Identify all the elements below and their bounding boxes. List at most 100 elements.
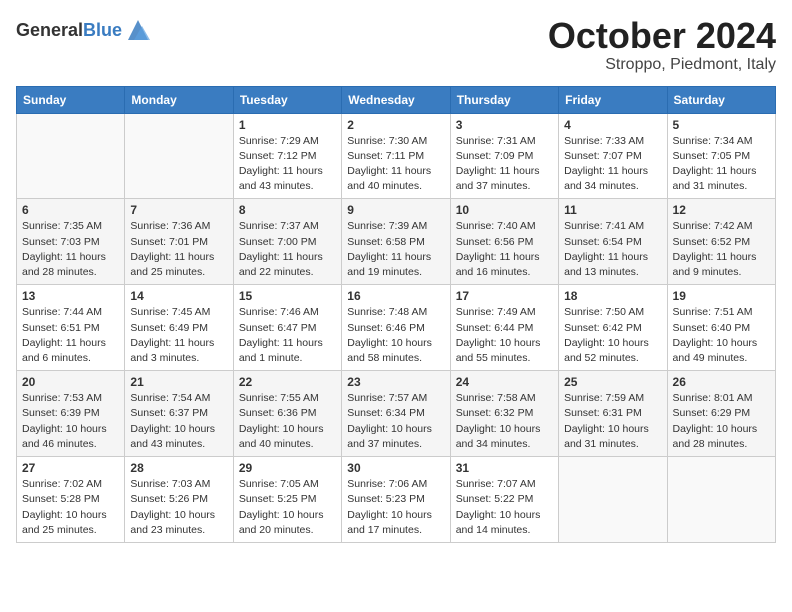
calendar-cell: 5 Sunrise: 7:34 AMSunset: 7:05 PMDaylight…: [667, 113, 775, 199]
day-number: 21: [130, 375, 227, 389]
day-info: Sunrise: 7:58 AMSunset: 6:32 PMDaylight:…: [456, 391, 553, 452]
calendar-cell: 4Sunrise: 7:33 AMSunset: 7:07 PMDaylight…: [559, 113, 667, 199]
day-info: Sunrise: 7:30 AMSunset: 7:11 PMDaylight:…: [347, 134, 444, 195]
calendar-cell: 8 Sunrise: 7:37 AMSunset: 7:00 PMDaylight…: [233, 199, 341, 285]
day-info: Sunrise: 7:42 AMSunset: 6:52 PMDaylight:…: [673, 219, 770, 280]
day-number: 15: [239, 289, 336, 303]
calendar-week-1: 6Sunrise: 7:35 AMSunset: 7:03 PMDaylight…: [17, 199, 776, 285]
calendar-cell: 2 Sunrise: 7:30 AMSunset: 7:11 PMDaylight…: [342, 113, 450, 199]
day-number: 27: [22, 461, 119, 475]
day-info: Sunrise: 7:55 AMSunset: 6:36 PMDaylight:…: [239, 391, 336, 452]
day-info: Sunrise: 7:41 AMSunset: 6:54 PMDaylight:…: [564, 219, 661, 280]
logo-blue: Blue: [83, 20, 122, 40]
day-number: 31: [456, 461, 553, 475]
day-number: 2: [347, 118, 444, 132]
day-info: Sunrise: 7:45 AMSunset: 6:49 PMDaylight:…: [130, 305, 227, 366]
day-info: Sunrise: 7:39 AMSunset: 6:58 PMDaylight:…: [347, 219, 444, 280]
day-info: Sunrise: 7:07 AMSunset: 5:22 PMDaylight:…: [456, 477, 553, 538]
day-info: Sunrise: 7:53 AMSunset: 6:39 PMDaylight:…: [22, 391, 119, 452]
calendar-cell: 1 Sunrise: 7:29 AMSunset: 7:12 PMDaylight…: [233, 113, 341, 199]
calendar-cell: 24 Sunrise: 7:58 AMSunset: 6:32 PMDayligh…: [450, 371, 558, 457]
day-number: 25: [564, 375, 661, 389]
day-number: 5: [673, 118, 770, 132]
calendar-week-4: 27 Sunrise: 7:02 AMSunset: 5:28 PMDayligh…: [17, 457, 776, 543]
day-number: 23: [347, 375, 444, 389]
day-info: Sunrise: 7:50 AMSunset: 6:42 PMDaylight:…: [564, 305, 661, 366]
calendar-cell: 11 Sunrise: 7:41 AMSunset: 6:54 PMDayligh…: [559, 199, 667, 285]
calendar-cell: 19Sunrise: 7:51 AMSunset: 6:40 PMDayligh…: [667, 285, 775, 371]
calendar-cell: 12 Sunrise: 7:42 AMSunset: 6:52 PMDayligh…: [667, 199, 775, 285]
day-info: Sunrise: 7:57 AMSunset: 6:34 PMDaylight:…: [347, 391, 444, 452]
location: Stroppo, Piedmont, Italy: [548, 56, 776, 74]
day-info: Sunrise: 7:05 AMSunset: 5:25 PMDaylight:…: [239, 477, 336, 538]
day-info: Sunrise: 8:01 AMSunset: 6:29 PMDaylight:…: [673, 391, 770, 452]
day-number: 13: [22, 289, 119, 303]
calendar-cell: 29 Sunrise: 7:05 AMSunset: 5:25 PMDayligh…: [233, 457, 341, 543]
day-number: 29: [239, 461, 336, 475]
day-info: Sunrise: 7:36 AMSunset: 7:01 PMDaylight:…: [130, 219, 227, 280]
day-info: Sunrise: 7:34 AMSunset: 7:05 PMDaylight:…: [673, 134, 770, 195]
day-number: 12: [673, 203, 770, 217]
calendar-header-row: SundayMondayTuesdayWednesdayThursdayFrid…: [17, 86, 776, 113]
calendar-cell: 30 Sunrise: 7:06 AMSunset: 5:23 PMDayligh…: [342, 457, 450, 543]
calendar-cell: [667, 457, 775, 543]
day-number: 26: [673, 375, 770, 389]
title-block: October 2024 Stroppo, Piedmont, Italy: [548, 16, 776, 74]
day-number: 4: [564, 118, 661, 132]
day-info: Sunrise: 7:02 AMSunset: 5:28 PMDaylight:…: [22, 477, 119, 538]
day-number: 1: [239, 118, 336, 132]
day-info: Sunrise: 7:06 AMSunset: 5:23 PMDaylight:…: [347, 477, 444, 538]
calendar-cell: 27 Sunrise: 7:02 AMSunset: 5:28 PMDayligh…: [17, 457, 125, 543]
day-number: 14: [130, 289, 227, 303]
calendar-header-wednesday: Wednesday: [342, 86, 450, 113]
calendar-week-2: 13 Sunrise: 7:44 AMSunset: 6:51 PMDayligh…: [17, 285, 776, 371]
day-info: Sunrise: 7:44 AMSunset: 6:51 PMDaylight:…: [22, 305, 119, 366]
logo-general: General: [16, 20, 83, 40]
day-number: 17: [456, 289, 553, 303]
calendar-header-sunday: Sunday: [17, 86, 125, 113]
day-info: Sunrise: 7:29 AMSunset: 7:12 PMDaylight:…: [239, 134, 336, 195]
day-number: 11: [564, 203, 661, 217]
calendar-cell: 3 Sunrise: 7:31 AMSunset: 7:09 PMDaylight…: [450, 113, 558, 199]
calendar-table: SundayMondayTuesdayWednesdayThursdayFrid…: [16, 86, 776, 543]
logo: GeneralBlue: [16, 16, 152, 44]
day-number: 19: [673, 289, 770, 303]
calendar-cell: 16Sunrise: 7:48 AMSunset: 6:46 PMDayligh…: [342, 285, 450, 371]
calendar-cell: 28Sunrise: 7:03 AMSunset: 5:26 PMDayligh…: [125, 457, 233, 543]
calendar-cell: 10 Sunrise: 7:40 AMSunset: 6:56 PMDayligh…: [450, 199, 558, 285]
day-number: 3: [456, 118, 553, 132]
day-number: 8: [239, 203, 336, 217]
calendar-cell: 20 Sunrise: 7:53 AMSunset: 6:39 PMDayligh…: [17, 371, 125, 457]
day-info: Sunrise: 7:35 AMSunset: 7:03 PMDaylight:…: [22, 219, 119, 280]
day-info: Sunrise: 7:40 AMSunset: 6:56 PMDaylight:…: [456, 219, 553, 280]
calendar-cell: 18Sunrise: 7:50 AMSunset: 6:42 PMDayligh…: [559, 285, 667, 371]
day-info: Sunrise: 7:59 AMSunset: 6:31 PMDaylight:…: [564, 391, 661, 452]
calendar-cell: 15Sunrise: 7:46 AMSunset: 6:47 PMDayligh…: [233, 285, 341, 371]
calendar-cell: [559, 457, 667, 543]
logo-icon: [124, 16, 152, 44]
calendar-week-0: 1 Sunrise: 7:29 AMSunset: 7:12 PMDaylight…: [17, 113, 776, 199]
day-number: 20: [22, 375, 119, 389]
day-info: Sunrise: 7:37 AMSunset: 7:00 PMDaylight:…: [239, 219, 336, 280]
calendar-cell: [17, 113, 125, 199]
day-info: Sunrise: 7:31 AMSunset: 7:09 PMDaylight:…: [456, 134, 553, 195]
day-info: Sunrise: 7:54 AMSunset: 6:37 PMDaylight:…: [130, 391, 227, 452]
calendar-cell: 14 Sunrise: 7:45 AMSunset: 6:49 PMDayligh…: [125, 285, 233, 371]
day-number: 28: [130, 461, 227, 475]
day-info: Sunrise: 7:49 AMSunset: 6:44 PMDaylight:…: [456, 305, 553, 366]
month-title: October 2024: [548, 16, 776, 56]
calendar-header-friday: Friday: [559, 86, 667, 113]
calendar-header-saturday: Saturday: [667, 86, 775, 113]
calendar-cell: 7Sunrise: 7:36 AMSunset: 7:01 PMDaylight…: [125, 199, 233, 285]
day-number: 30: [347, 461, 444, 475]
calendar-cell: 9Sunrise: 7:39 AMSunset: 6:58 PMDaylight…: [342, 199, 450, 285]
calendar-cell: 21 Sunrise: 7:54 AMSunset: 6:37 PMDayligh…: [125, 371, 233, 457]
calendar-cell: 25 Sunrise: 7:59 AMSunset: 6:31 PMDayligh…: [559, 371, 667, 457]
calendar-cell: 26 Sunrise: 8:01 AMSunset: 6:29 PMDayligh…: [667, 371, 775, 457]
calendar-cell: 6Sunrise: 7:35 AMSunset: 7:03 PMDaylight…: [17, 199, 125, 285]
day-number: 24: [456, 375, 553, 389]
calendar-week-3: 20 Sunrise: 7:53 AMSunset: 6:39 PMDayligh…: [17, 371, 776, 457]
calendar-cell: 17 Sunrise: 7:49 AMSunset: 6:44 PMDayligh…: [450, 285, 558, 371]
day-number: 10: [456, 203, 553, 217]
calendar-header-tuesday: Tuesday: [233, 86, 341, 113]
